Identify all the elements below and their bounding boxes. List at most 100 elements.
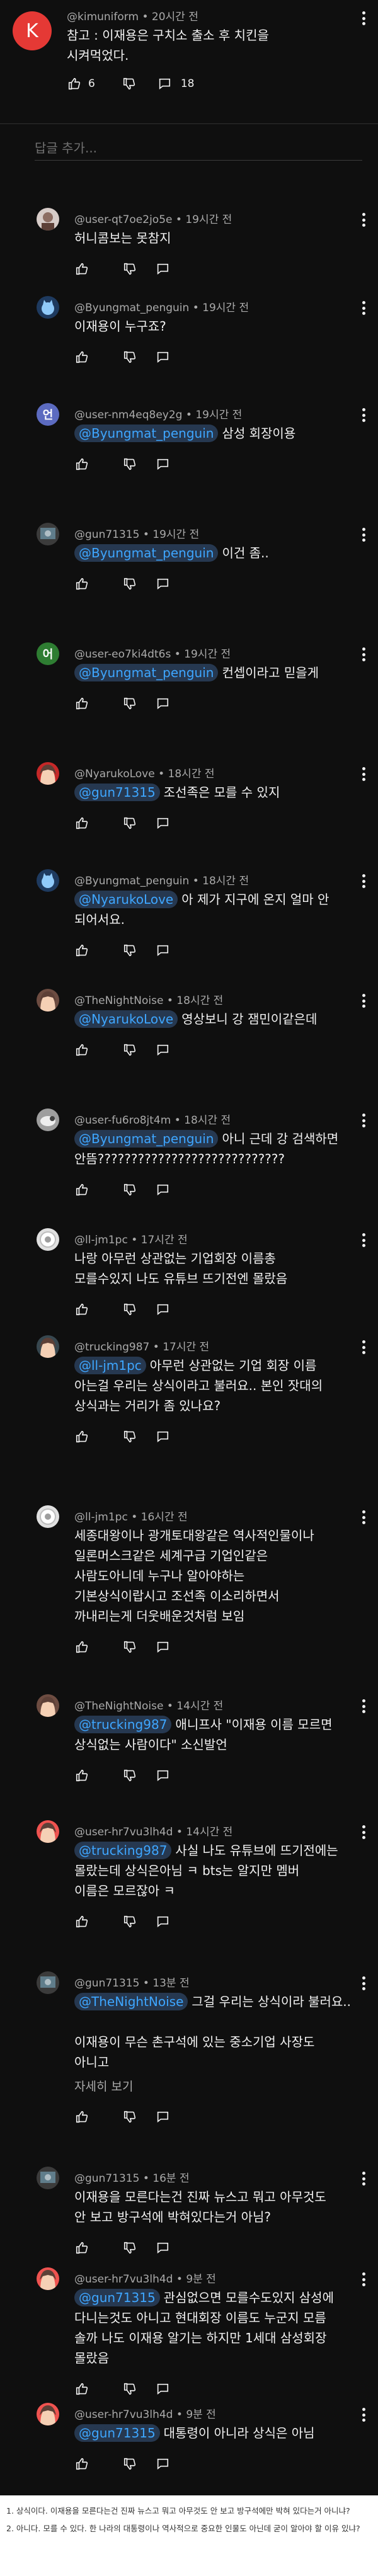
reply-icon[interactable]	[155, 1182, 170, 1197]
dislike-icon[interactable]	[122, 943, 137, 958]
author-name[interactable]: @ll-jm1pc	[74, 1234, 128, 1246]
more-options-icon[interactable]	[360, 2270, 367, 2289]
more-options-icon[interactable]	[360, 525, 367, 544]
mention-link[interactable]: @gun71315	[74, 2289, 160, 2306]
avatar[interactable]	[37, 1505, 59, 1528]
avatar[interactable]: 어	[37, 642, 59, 665]
more-options-icon[interactable]	[360, 1231, 367, 1250]
dislike-icon[interactable]	[122, 2240, 137, 2255]
author-name[interactable]: @TheNightNoise	[74, 1700, 163, 1713]
author-name[interactable]: @TheNightNoise	[74, 994, 163, 1007]
like-icon[interactable]	[74, 1042, 89, 1057]
reply-icon[interactable]	[155, 261, 170, 276]
like-icon[interactable]	[74, 943, 89, 958]
dislike-icon[interactable]	[122, 1182, 137, 1197]
like-icon[interactable]	[74, 2109, 89, 2124]
avatar[interactable]: 언	[37, 403, 59, 426]
avatar[interactable]	[37, 2267, 59, 2290]
mention-link[interactable]: @TheNightNoise	[74, 1993, 188, 2010]
reply-icon[interactable]	[155, 1042, 170, 1057]
author-name[interactable]: @user-nm4eq8ey2g	[74, 409, 182, 421]
avatar[interactable]	[37, 869, 59, 892]
author-name[interactable]: @user-eo7ki4dt6s	[74, 648, 171, 661]
author-name[interactable]: @trucking987	[74, 1341, 149, 1354]
reply-icon[interactable]	[155, 2456, 170, 2471]
like-icon[interactable]	[74, 261, 89, 276]
more-options-icon[interactable]	[360, 1111, 367, 1130]
like-icon[interactable]	[74, 1914, 89, 1929]
avatar[interactable]	[37, 208, 59, 231]
like-icon[interactable]	[74, 1639, 89, 1655]
mention-link[interactable]: @Byungmat_penguin	[74, 664, 219, 681]
like-icon[interactable]	[74, 2456, 89, 2471]
dislike-icon[interactable]	[122, 1914, 137, 1929]
mention-link[interactable]: @gun71315	[74, 784, 160, 801]
dislike-icon[interactable]	[122, 76, 137, 91]
mention-link[interactable]: @Byungmat_penguin	[74, 1130, 219, 1148]
reply-icon[interactable]	[155, 2109, 170, 2124]
author-name[interactable]: @user-hr7vu3lh4d	[74, 2408, 173, 2421]
dislike-icon[interactable]	[122, 457, 137, 472]
dislike-icon[interactable]	[122, 1042, 137, 1057]
mention-link[interactable]: @ll-jm1pc	[74, 1357, 146, 1374]
dislike-icon[interactable]	[122, 1429, 137, 1444]
avatar[interactable]	[37, 989, 59, 1012]
reply-icon[interactable]	[155, 457, 170, 472]
like-icon[interactable]	[74, 1302, 89, 1317]
see-more-link[interactable]: 자세히 보기	[74, 2077, 133, 2094]
avatar[interactable]	[37, 1108, 59, 1131]
dislike-icon[interactable]	[122, 261, 137, 276]
avatar[interactable]	[37, 1335, 59, 1358]
mention-link[interactable]: @Byungmat_penguin	[74, 544, 219, 562]
mention-link[interactable]: @Byungmat_penguin	[74, 425, 219, 442]
like-icon[interactable]	[74, 576, 89, 591]
reply-icon[interactable]	[157, 76, 172, 91]
mention-link[interactable]: @gun71315	[74, 2424, 160, 2442]
author-name[interactable]: @gun71315	[74, 2172, 139, 2185]
more-options-icon[interactable]	[360, 2405, 367, 2424]
more-options-icon[interactable]	[360, 9, 367, 28]
dislike-icon[interactable]	[122, 1302, 137, 1317]
avatar[interactable]	[37, 762, 59, 785]
avatar[interactable]	[37, 523, 59, 545]
author-name[interactable]: @user-hr7vu3lh4d	[74, 2273, 173, 2286]
author-name[interactable]: @Byungmat_penguin	[74, 875, 189, 887]
mention-link[interactable]: @NyarukoLove	[74, 891, 178, 908]
reply-icon[interactable]	[155, 1768, 170, 1783]
more-options-icon[interactable]	[360, 406, 367, 425]
author-name[interactable]: @user-hr7vu3lh4d	[74, 1826, 173, 1838]
mention-link[interactable]: @NyarukoLove	[74, 1010, 178, 1028]
like-icon[interactable]	[74, 816, 89, 831]
reply-icon[interactable]	[155, 696, 170, 711]
avatar[interactable]	[37, 296, 59, 319]
mention-link[interactable]: @trucking987	[74, 1716, 172, 1733]
reply-icon[interactable]	[155, 1914, 170, 1929]
like-icon[interactable]	[74, 457, 89, 472]
dislike-icon[interactable]	[122, 2381, 137, 2396]
more-options-icon[interactable]	[360, 1508, 367, 1527]
dislike-icon[interactable]	[122, 1768, 137, 1783]
reply-input[interactable]: 답글 추가...	[35, 135, 362, 161]
like-icon[interactable]	[74, 1182, 89, 1197]
like-icon[interactable]	[74, 2381, 89, 2396]
avatar[interactable]	[37, 1694, 59, 1717]
reply-icon[interactable]	[155, 1639, 170, 1655]
more-options-icon[interactable]	[360, 645, 367, 664]
more-options-icon[interactable]	[360, 1823, 367, 1842]
dislike-icon[interactable]	[122, 576, 137, 591]
more-options-icon[interactable]	[360, 210, 367, 229]
reply-icon[interactable]	[155, 1302, 170, 1317]
reply-icon[interactable]	[155, 576, 170, 591]
avatar[interactable]	[37, 1971, 59, 1994]
reply-icon[interactable]	[155, 2381, 170, 2396]
reply-icon[interactable]	[155, 2240, 170, 2255]
dislike-icon[interactable]	[122, 2456, 137, 2471]
like-icon[interactable]	[74, 1429, 89, 1444]
more-options-icon[interactable]	[360, 1697, 367, 1716]
author-name[interactable]: @NyarukoLove	[74, 768, 155, 780]
reply-icon[interactable]	[155, 350, 170, 365]
dislike-icon[interactable]	[122, 350, 137, 365]
author-name[interactable]: @gun71315	[74, 1977, 139, 1990]
more-options-icon[interactable]	[360, 1338, 367, 1357]
like-icon[interactable]	[74, 1768, 89, 1783]
